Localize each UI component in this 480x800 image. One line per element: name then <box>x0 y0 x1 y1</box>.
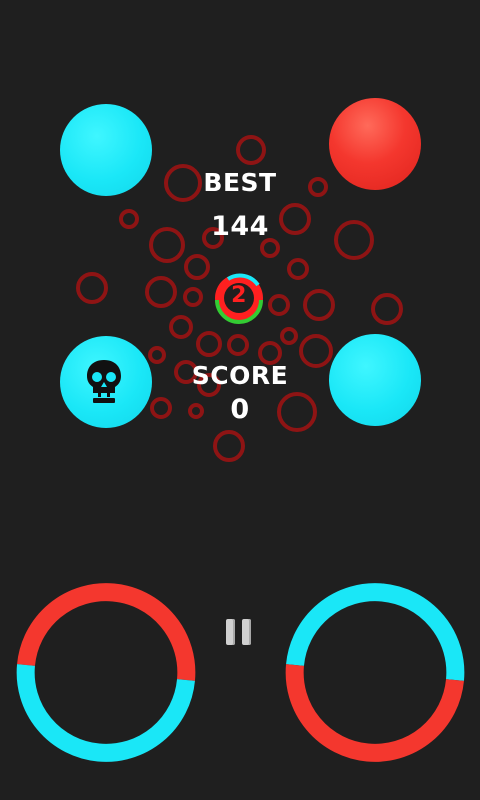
right-ring[interactable] <box>285 583 465 762</box>
game-screen[interactable]: BEST 144 SCORE 0 2 <box>0 0 480 800</box>
left-ring[interactable] <box>16 583 196 762</box>
pause-button[interactable] <box>226 619 254 645</box>
pause-icon <box>226 619 235 645</box>
control-rings <box>16 583 465 762</box>
